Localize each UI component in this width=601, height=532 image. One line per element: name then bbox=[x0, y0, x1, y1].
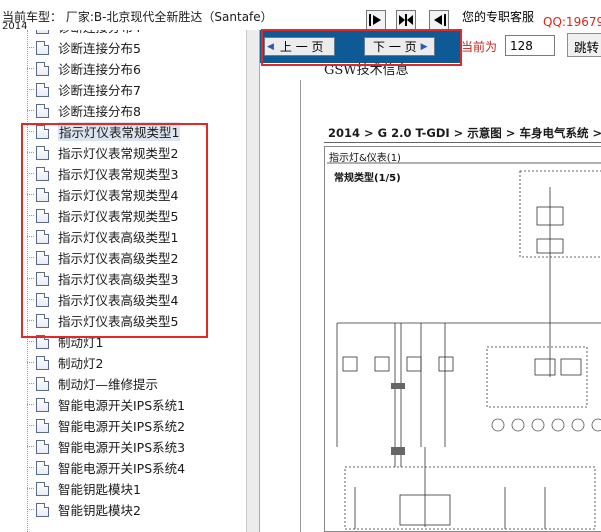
document-icon bbox=[36, 481, 49, 496]
document-icon bbox=[36, 376, 49, 391]
tree-item-label: 智能电源开关IPS系统3 bbox=[58, 440, 186, 455]
service-label: 您的专职客服 bbox=[462, 10, 535, 24]
highlight-box-tree bbox=[21, 123, 208, 338]
highlight-box-pager bbox=[261, 29, 462, 66]
tree-item-label: 诊断连接分布7 bbox=[58, 83, 141, 98]
tree-branch bbox=[27, 404, 34, 405]
document-icon bbox=[36, 355, 49, 370]
tree-branch bbox=[27, 89, 34, 90]
tree-item-label: 诊断连接分布4 bbox=[58, 30, 141, 36]
vehicle-label: 当前车型： 厂家:B-北京现代全新胜达（Santafe） bbox=[2, 10, 273, 24]
tree-item[interactable]: 智能电源开关IPS系统3 bbox=[27, 436, 246, 457]
tree-branch bbox=[27, 509, 34, 510]
doc-breadcrumb: 2014 > G 2.0 T-GDI > 示意图 > 车身电气系统 > 指示灯 bbox=[328, 126, 601, 140]
top-bar: 当前车型： 厂家:B-北京现代全新胜达（Santafe） 2014 您的专职客服… bbox=[0, 0, 601, 32]
tree-branch bbox=[27, 488, 34, 489]
tree-item[interactable]: 诊断连接分布6 bbox=[27, 58, 246, 79]
document-icon bbox=[36, 30, 49, 34]
tree-branch bbox=[27, 68, 34, 69]
tree-branch bbox=[27, 446, 34, 447]
tree-item-label: 智能电源开关IPS系统2 bbox=[58, 419, 186, 434]
page-number-input[interactable] bbox=[505, 35, 555, 56]
document-icon bbox=[36, 397, 49, 412]
tree-item-label: 诊断连接分布6 bbox=[58, 62, 141, 77]
tree-item-label: 诊断连接分布5 bbox=[58, 41, 141, 56]
tree-item[interactable]: 智能钥匙模块1 bbox=[27, 478, 246, 499]
tree-item[interactable]: 诊断连接分布5 bbox=[27, 37, 246, 58]
document-icon bbox=[36, 40, 49, 55]
pane-splitter[interactable] bbox=[246, 30, 260, 532]
document-icon bbox=[36, 502, 49, 517]
tree-item[interactable]: 智能电源开关IPS系统1 bbox=[27, 394, 246, 415]
document-icon bbox=[36, 439, 49, 454]
tree-item-label: 智能钥匙模块2 bbox=[58, 503, 141, 518]
schematic-drawing bbox=[327, 162, 601, 530]
tree-item[interactable]: 制动灯—维修提示 bbox=[27, 373, 246, 394]
wiring-schematic: 指示灯&仪表(1) 常规类型(1/5) bbox=[324, 146, 601, 532]
tree-item[interactable]: 诊断连接分布4 bbox=[27, 30, 246, 37]
breadcrumb-divider bbox=[324, 142, 601, 143]
tree-branch bbox=[27, 467, 34, 468]
tree-branch bbox=[27, 362, 34, 363]
tree-branch bbox=[27, 341, 34, 342]
tree-item[interactable]: 制动灯2 bbox=[27, 352, 246, 373]
tree-item-label: 智能电源开关IPS系统1 bbox=[58, 398, 186, 413]
tree-branch bbox=[27, 47, 34, 48]
tree-item-label: 制动灯2 bbox=[58, 356, 104, 371]
document-icon bbox=[36, 103, 49, 118]
tree-item[interactable]: 智能电源开关IPS系统2 bbox=[27, 415, 246, 436]
tree-item[interactable]: 诊断连接分布8 bbox=[27, 100, 246, 121]
expand-right-icon[interactable] bbox=[366, 10, 386, 30]
qq-contact-link[interactable]: QQ:19679 bbox=[543, 15, 601, 29]
tree-item-label: 智能电源开关IPS系统4 bbox=[58, 461, 186, 476]
tree-item-label: 制动灯—维修提示 bbox=[58, 377, 159, 392]
tree-branch bbox=[27, 110, 34, 111]
tree-item[interactable]: 智能电源开关IPS系统4 bbox=[27, 457, 246, 478]
document-pane: ◀ 上 一 页 下 一 页 ▶ GSW技术信息 2014 > G 2.0 T-G… bbox=[260, 30, 601, 532]
expand-left-icon[interactable] bbox=[429, 10, 449, 30]
tree-branch bbox=[27, 425, 34, 426]
document-icon bbox=[36, 61, 49, 76]
tree-item-label: 诊断连接分布8 bbox=[58, 104, 141, 119]
frame-edge bbox=[300, 80, 301, 532]
document-icon bbox=[36, 460, 49, 475]
current-page-label: 当前为 bbox=[461, 40, 498, 54]
tree-item-label: 智能钥匙模块1 bbox=[58, 482, 141, 497]
tree-branch bbox=[27, 383, 34, 384]
tree-item[interactable]: 诊断连接分布7 bbox=[27, 79, 246, 100]
document-icon bbox=[36, 82, 49, 97]
tree-item[interactable]: 智能钥匙模块2 bbox=[27, 499, 246, 520]
document-icon bbox=[36, 418, 49, 433]
jump-button[interactable]: 跳转 bbox=[567, 33, 601, 57]
expand-both-icon[interactable] bbox=[396, 10, 416, 30]
